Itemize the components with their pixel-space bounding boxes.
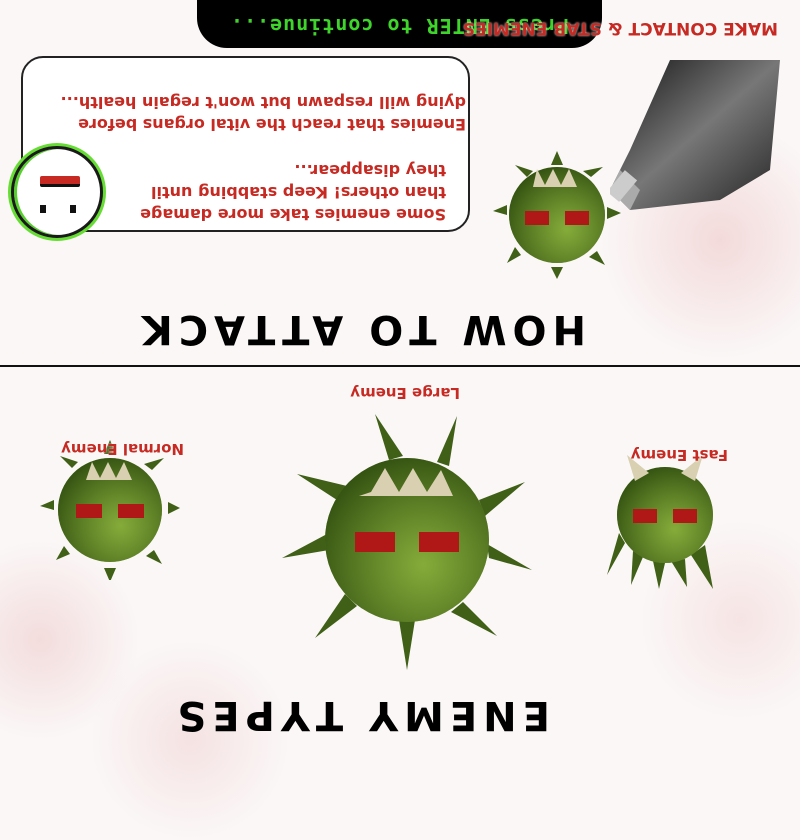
bubble-line-1: Some enemies take more damage	[140, 205, 446, 224]
bubble-line-5: dying will respawn but won't regain heal…	[60, 93, 466, 112]
drill-weapon-sprite	[610, 60, 780, 210]
attack-demo-enemy-sprite	[493, 151, 621, 279]
normal-enemy-label: Normal Enemy	[61, 440, 184, 458]
bubble-line-2: than others! Keep stabbing until	[151, 183, 446, 202]
section-divider	[0, 365, 800, 367]
normal-enemy-sprite	[40, 440, 180, 580]
enemy-types-title: ENEMY TYPES	[171, 692, 550, 738]
tutorial-panel: Press ENTER to continue... ENEMY TYPES N…	[0, 0, 800, 800]
bubble-line-4: Enemies that reach the vital organs befo…	[78, 115, 466, 134]
how-to-attack-title: HOW TO ATTACK	[135, 306, 586, 352]
guide-character-face	[11, 146, 103, 238]
guide-mouth	[40, 176, 80, 187]
large-enemy-sprite	[282, 414, 532, 670]
guide-left-eye	[70, 205, 76, 213]
game-screen: Press ENTER to continue... ENEMY TYPES N…	[0, 0, 800, 840]
attack-instruction-header: MAKE CONTACT & STAB ENEMIES	[462, 18, 778, 38]
bubble-line-3: they disappear...	[294, 161, 446, 180]
fast-enemy-label: Fast Enemy	[630, 446, 728, 464]
large-enemy-label: Large Enemy	[350, 384, 460, 402]
guide-right-eye	[40, 205, 46, 213]
